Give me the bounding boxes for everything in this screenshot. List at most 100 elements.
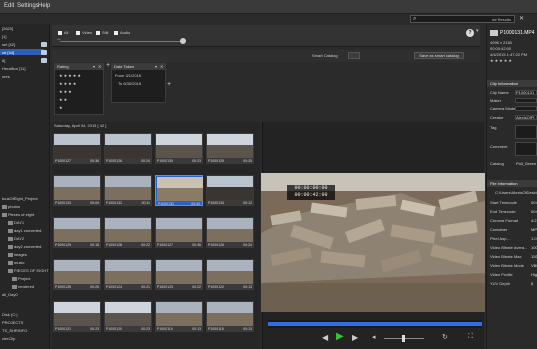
folder-item[interactable]: Project — [12, 276, 30, 281]
folder-icon — [8, 236, 13, 241]
clip-thumbnail[interactable]: P1000124 00:21 — [104, 259, 152, 290]
clip-name: P1000126 — [208, 243, 224, 247]
rating-header[interactable]: Rating — [55, 64, 103, 70]
tag-field[interactable] — [515, 125, 537, 139]
filter-audio-checkbox[interactable]: Audio — [114, 30, 130, 35]
clip-thumbnail[interactable]: P1000123 00:22 — [155, 259, 203, 290]
catalog-item[interactable]: ures — [2, 74, 10, 79]
field-value[interactable]: Poll_Green — [516, 161, 536, 166]
rating-option[interactable]: ★★★ — [59, 89, 73, 94]
clip-thumbnail[interactable]: P1000126 00:24 — [104, 133, 152, 164]
clip-thumbnail[interactable]: P1000121 00:23 — [53, 301, 101, 332]
next-frame-icon[interactable]: ▶ — [352, 333, 358, 342]
clip-thumbnail[interactable]: P1000120 00:23 — [104, 301, 152, 332]
date-header[interactable]: Date Taken — [112, 64, 165, 70]
catalog-item[interactable]: set [42] — [2, 42, 15, 47]
camera-model-field[interactable] — [515, 106, 537, 111]
clip-thumbnail[interactable]: P1000127 00:36 — [155, 217, 203, 248]
field-label: Comment — [490, 144, 508, 149]
clip-thumbnail[interactable]: P1000133 00:09 — [53, 175, 101, 206]
clip-thumbnail[interactable]: P1000125 00:25 — [206, 133, 254, 164]
clip-thumbnail[interactable]: P1000129 00:15 — [53, 217, 101, 248]
folder-item[interactable]: PROJECTS — [2, 320, 23, 325]
folder-item[interactable]: rendered — [12, 284, 34, 289]
folder-item[interactable]: day1 converted — [8, 228, 41, 233]
clip-thumbnail[interactable]: P1000127 00:36 — [53, 133, 101, 164]
folder-item[interactable]: Pieces of eight — [2, 212, 34, 217]
menu-help[interactable]: Help — [38, 3, 50, 9]
thumbnail-size-slider[interactable] — [60, 41, 185, 42]
zoom-out-icon[interactable]: − — [57, 37, 61, 43]
folder-item[interactable]: tousOfEight_Project — [2, 196, 38, 201]
loop-icon[interactable]: ↻ — [442, 333, 448, 341]
chevron-down-icon[interactable]: ▾ — [476, 28, 479, 34]
clip-thumbnail[interactable]: P1000132 00:11 — [104, 175, 152, 206]
folder-item[interactable]: music — [8, 260, 24, 265]
folder-item[interactable]: photos — [2, 204, 20, 209]
clip-name: P1000131 — [158, 202, 174, 206]
drive-item[interactable]: Disk (C:) — [2, 312, 18, 317]
folder-icon — [12, 284, 17, 289]
folder-item[interactable]: all_Day0 — [2, 292, 18, 297]
volume-icon[interactable]: ◂ — [372, 333, 376, 341]
field-label: Camera Model — [490, 106, 517, 111]
add-filter-icon[interactable]: + — [167, 81, 171, 88]
fullscreen-icon[interactable]: ⛶ — [468, 333, 473, 341]
rating-option[interactable]: ★★ — [59, 97, 68, 102]
smart-catalog-dropdown[interactable] — [348, 52, 360, 59]
menu-settings[interactable]: Settings — [17, 3, 39, 9]
timeline-progress[interactable] — [268, 322, 482, 326]
previous-frame-icon[interactable]: ◀ — [322, 333, 328, 342]
maker-field[interactable] — [515, 98, 537, 103]
catalog-item[interactable]: [1] — [2, 34, 6, 39]
filter-still-checkbox[interactable]: Still — [96, 30, 108, 35]
date-from[interactable]: From 3/1/2015 — [115, 73, 141, 78]
rating-option[interactable]: ★ — [59, 105, 64, 110]
clip-thumbnail[interactable]: P1000130 00:23 — [155, 133, 203, 164]
folder-item[interactable]: day2 converted — [8, 244, 41, 249]
catalog-item[interactable]: [2620] — [2, 26, 13, 31]
catalog-item[interactable]: 8] — [2, 58, 5, 63]
rating-option[interactable]: ★★★★★ — [59, 73, 82, 78]
save-smart-catalog-button[interactable]: Save as smart catalog — [414, 52, 464, 59]
folder-icon — [8, 260, 13, 265]
slider-knob[interactable] — [180, 38, 186, 44]
close-icon[interactable]: ✕ — [98, 64, 101, 69]
menu-edit[interactable]: Edit — [4, 3, 14, 9]
clip-thumbnail[interactable]: P1000131 00:42 — [155, 175, 203, 206]
close-icon[interactable]: ✕ — [160, 64, 163, 69]
help-icon[interactable]: ? — [466, 29, 474, 37]
filter-video-checkbox[interactable]: Video — [76, 30, 92, 35]
date-to[interactable]: To 6/30/2015 — [118, 81, 141, 86]
clip-preview-image — [156, 218, 202, 242]
comment-field[interactable] — [515, 142, 537, 156]
filter-all-checkbox[interactable]: All — [58, 30, 68, 35]
folder-item[interactable]: TS_SHRINFO — [2, 328, 27, 333]
clip-thumbnail[interactable]: P1000134 00:12 — [206, 175, 254, 206]
search-box[interactable]: ⌕ ## Results — [410, 15, 515, 23]
clip-thumbnail[interactable]: P1000125 00:25 — [53, 259, 101, 290]
clip-name: P1000133 — [55, 201, 71, 205]
clip-thumbnail[interactable]: P1000119 00:13 — [155, 301, 203, 332]
clip-thumbnail[interactable]: P1000122 00:13 — [206, 259, 254, 290]
rating-option[interactable]: ★★★★ — [59, 81, 77, 86]
folder-item[interactable]: DAY1 — [8, 220, 24, 225]
folder-item[interactable]: PIECES OF EIGHT — [8, 268, 49, 273]
clip-preview-image — [207, 260, 253, 284]
folder-item[interactable]: images — [8, 252, 27, 257]
folder-item[interactable]: DAY2 — [8, 236, 24, 241]
folder-item[interactable]: cheClip — [2, 336, 15, 341]
play-icon[interactable]: ▶ — [336, 331, 344, 342]
chevron-down-icon[interactable]: ▾ — [93, 64, 95, 69]
volume-knob[interactable] — [402, 335, 405, 342]
clip-thumbnail[interactable]: P1000118 00:13 — [206, 301, 254, 332]
clip-thumbnail[interactable]: P1000126 00:24 — [206, 217, 254, 248]
catalog-item[interactable]: Heratlion [11] — [2, 66, 26, 71]
info-rating-stars[interactable]: ★★★★★ — [490, 58, 513, 63]
file-field-value: 1.0 — [531, 236, 537, 241]
clip-thumbnail[interactable]: P1000128 00:22 — [104, 217, 152, 248]
search-input[interactable] — [421, 16, 501, 22]
clear-search-icon[interactable]: ✕ — [519, 15, 524, 22]
add-filter-icon[interactable]: + — [106, 62, 110, 69]
chevron-down-icon[interactable]: ▾ — [155, 64, 157, 69]
